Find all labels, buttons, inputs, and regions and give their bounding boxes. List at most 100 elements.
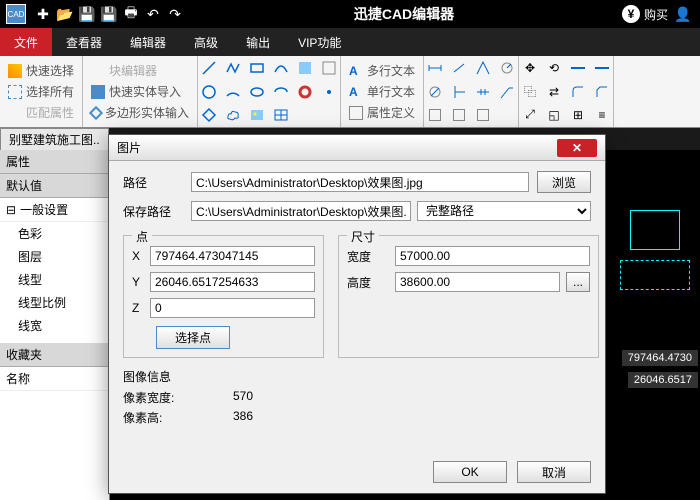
dim-continue-icon[interactable] xyxy=(474,83,492,101)
dim-misc2-icon[interactable] xyxy=(450,106,468,124)
polyline-icon[interactable] xyxy=(224,59,242,77)
dim-diameter-icon[interactable] xyxy=(426,83,444,101)
chamfer-icon[interactable] xyxy=(593,83,611,101)
fast-import-button[interactable]: 快速实体导入 xyxy=(91,83,189,100)
circle-icon[interactable] xyxy=(200,83,218,101)
ellipse-arc-icon[interactable] xyxy=(272,83,290,101)
import-icon xyxy=(91,85,105,99)
dim-radius-icon[interactable] xyxy=(498,59,516,77)
dim-linear-icon[interactable] xyxy=(426,59,444,77)
lineweight-row[interactable]: 线宽 xyxy=(0,314,109,337)
cloud-icon[interactable] xyxy=(224,106,242,124)
buy-label[interactable]: 购买 xyxy=(644,6,668,23)
app-logo: CAD xyxy=(6,4,26,24)
tab-output[interactable]: 输出 xyxy=(232,28,284,56)
px-height-label: 像素高: xyxy=(123,409,233,426)
quick-select-button[interactable]: 快速选择 xyxy=(8,62,74,79)
undo-icon[interactable]: ↶ xyxy=(142,3,164,25)
layer-row[interactable]: 图层 xyxy=(0,245,109,268)
tab-advanced[interactable]: 高级 xyxy=(180,28,232,56)
poly-input-button[interactable]: 多边形实体输入 xyxy=(91,104,189,121)
match-props-button: 匹配属性 xyxy=(8,104,74,121)
stretch-icon[interactable]: ⤢ xyxy=(521,106,539,124)
mtext-button[interactable]: A多行文本 xyxy=(349,62,415,79)
mirror-icon[interactable]: ⇄ xyxy=(545,83,563,101)
document-tab[interactable]: 别墅建筑施工图.. xyxy=(0,128,109,151)
currency-icon[interactable]: ¥ xyxy=(622,5,640,23)
save-mode-select[interactable]: 完整路径 xyxy=(417,201,591,221)
y-input[interactable] xyxy=(150,272,315,292)
array-icon[interactable]: ⊞ xyxy=(569,106,587,124)
size-group: 尺寸 宽度 高度... xyxy=(338,235,599,358)
cancel-button[interactable]: 取消 xyxy=(517,461,591,483)
tab-editor[interactable]: 编辑器 xyxy=(116,28,180,56)
x-label: X xyxy=(132,249,150,263)
x-input[interactable] xyxy=(150,246,315,266)
z-input[interactable] xyxy=(150,298,315,318)
line-icon[interactable] xyxy=(200,59,218,77)
print-icon[interactable]: 🖶 xyxy=(120,3,142,25)
hatch-icon[interactable] xyxy=(296,59,314,77)
trim-icon[interactable] xyxy=(569,59,587,77)
attdef-button[interactable]: 属性定义 xyxy=(349,104,415,121)
dim-leader-icon[interactable] xyxy=(498,83,516,101)
polygon-icon xyxy=(89,105,103,119)
dim-angular-icon[interactable] xyxy=(474,59,492,77)
height-more-button[interactable]: ... xyxy=(566,272,590,292)
image-info-block: 图像信息 像素宽度:570 像素高:386 xyxy=(123,368,591,426)
tab-viewer[interactable]: 查看器 xyxy=(52,28,116,56)
save-icon[interactable]: 💾 xyxy=(76,3,98,25)
fillet-icon[interactable] xyxy=(569,83,587,101)
new-icon[interactable]: ✚ xyxy=(32,3,54,25)
close-icon[interactable]: ✕ xyxy=(557,139,597,157)
select-point-button[interactable]: 选择点 xyxy=(156,326,230,349)
browse-button[interactable]: 浏览 xyxy=(537,171,591,193)
open-icon[interactable]: 📂 xyxy=(54,3,76,25)
ok-button[interactable]: OK xyxy=(433,461,507,483)
scale-icon[interactable]: ◱ xyxy=(545,106,563,124)
redo-icon[interactable]: ↷ xyxy=(164,3,186,25)
ltscale-row[interactable]: 线型比例 xyxy=(0,291,109,314)
stext-icon: A xyxy=(349,85,363,99)
table-icon[interactable] xyxy=(272,106,290,124)
point-icon[interactable] xyxy=(320,83,338,101)
rect-icon[interactable] xyxy=(248,59,266,77)
color-row[interactable]: 色彩 xyxy=(0,222,109,245)
select-all-button[interactable]: 选择所有 xyxy=(8,83,74,100)
coord-x-readout: 797464.4730 xyxy=(622,350,698,366)
dialog-titlebar: 图片 ✕ xyxy=(109,135,605,161)
path-input[interactable] xyxy=(191,172,529,192)
block-icon xyxy=(91,64,105,78)
user-icon[interactable]: 👤 xyxy=(672,3,694,25)
tab-file[interactable]: 文件 xyxy=(0,28,52,56)
dim-tolerance-icon[interactable] xyxy=(474,106,492,124)
titlebar: CAD ✚ 📂 💾 💾 🖶 ↶ ↷ 迅捷CAD编辑器 ¥ 购买 👤 xyxy=(0,0,700,28)
name-row[interactable]: 名称 xyxy=(0,367,109,391)
y-label: Y xyxy=(132,275,150,289)
general-row[interactable]: ⊟一般设置 xyxy=(0,198,109,222)
save-path-input[interactable] xyxy=(191,201,411,221)
info-title: 图像信息 xyxy=(123,368,591,385)
dim-misc1-icon[interactable] xyxy=(426,106,444,124)
copy-icon[interactable]: ⿻ xyxy=(521,83,539,101)
move-icon[interactable]: ✥ xyxy=(521,59,539,77)
rotate-icon[interactable]: ⟲ xyxy=(545,59,563,77)
coord-y-readout: 26046.6517 xyxy=(628,372,698,388)
image-icon[interactable] xyxy=(248,106,266,124)
donut-icon[interactable] xyxy=(296,83,314,101)
dim-aligned-icon[interactable] xyxy=(450,59,468,77)
stext-button[interactable]: A单行文本 xyxy=(349,83,415,100)
spline-icon[interactable] xyxy=(272,59,290,77)
polygon-tool-icon[interactable] xyxy=(200,106,218,124)
width-input[interactable] xyxy=(395,246,590,266)
dim-ordinate-icon[interactable] xyxy=(450,83,468,101)
tab-vip[interactable]: VIP功能 xyxy=(284,28,355,56)
save-all-icon[interactable]: 💾 xyxy=(98,3,120,25)
ellipse-icon[interactable] xyxy=(248,83,266,101)
offset-icon[interactable]: ≡ xyxy=(593,106,611,124)
extend-icon[interactable] xyxy=(593,59,611,77)
linetype-row[interactable]: 线型 xyxy=(0,268,109,291)
arc-icon[interactable] xyxy=(224,83,242,101)
height-input[interactable] xyxy=(395,272,560,292)
region-icon[interactable] xyxy=(320,59,338,77)
